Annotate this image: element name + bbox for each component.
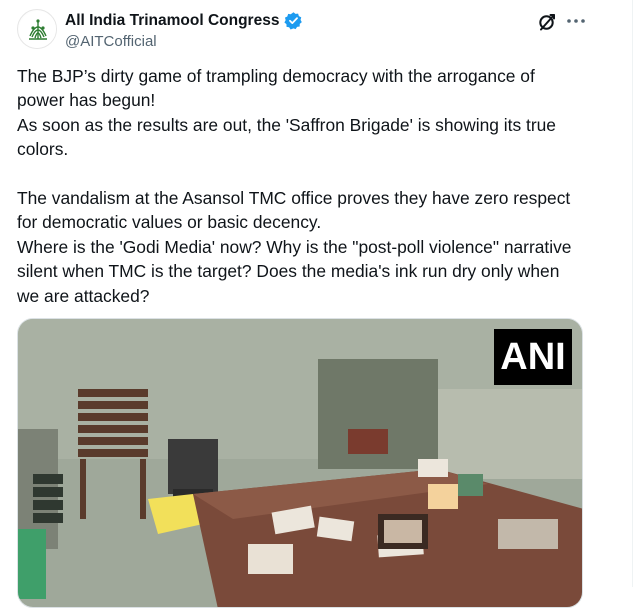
verified-badge-icon	[284, 12, 303, 30]
author-handle[interactable]: @AITCofficial	[65, 33, 157, 50]
tweet-line: colors.	[17, 139, 69, 160]
tweet-line: The vandalism at the Asansol TMC office …	[17, 188, 571, 209]
tweet-line: for democratic values or basic decency.	[17, 212, 322, 233]
grok-icon[interactable]	[537, 12, 557, 32]
ani-watermark: ANI	[494, 329, 572, 385]
tweet-line: As soon as the results are out, the 'Saf…	[17, 114, 556, 135]
tweet-header: All India Trinamool Congress @AITCoffici…	[0, 0, 633, 62]
tweet-line: The BJP’s dirty game of trampling democr…	[17, 66, 535, 86]
author-display-name[interactable]: All India Trinamool Congress	[65, 12, 279, 30]
tweet-line: Where is the 'Godi Media' now? Why is th…	[17, 236, 572, 257]
tweet-text: The BJP’s dirty game of trampling democr…	[17, 64, 597, 308]
tweet-media-image[interactable]: ANI	[17, 318, 583, 608]
more-options-icon[interactable]	[566, 14, 586, 28]
tweet-line: we are attacked?	[17, 285, 150, 306]
tweet-line: power has begun!	[17, 90, 156, 111]
tweet-line: silent when TMC is the target? Does the …	[17, 261, 560, 282]
aitc-logo-avatar[interactable]	[17, 9, 57, 49]
